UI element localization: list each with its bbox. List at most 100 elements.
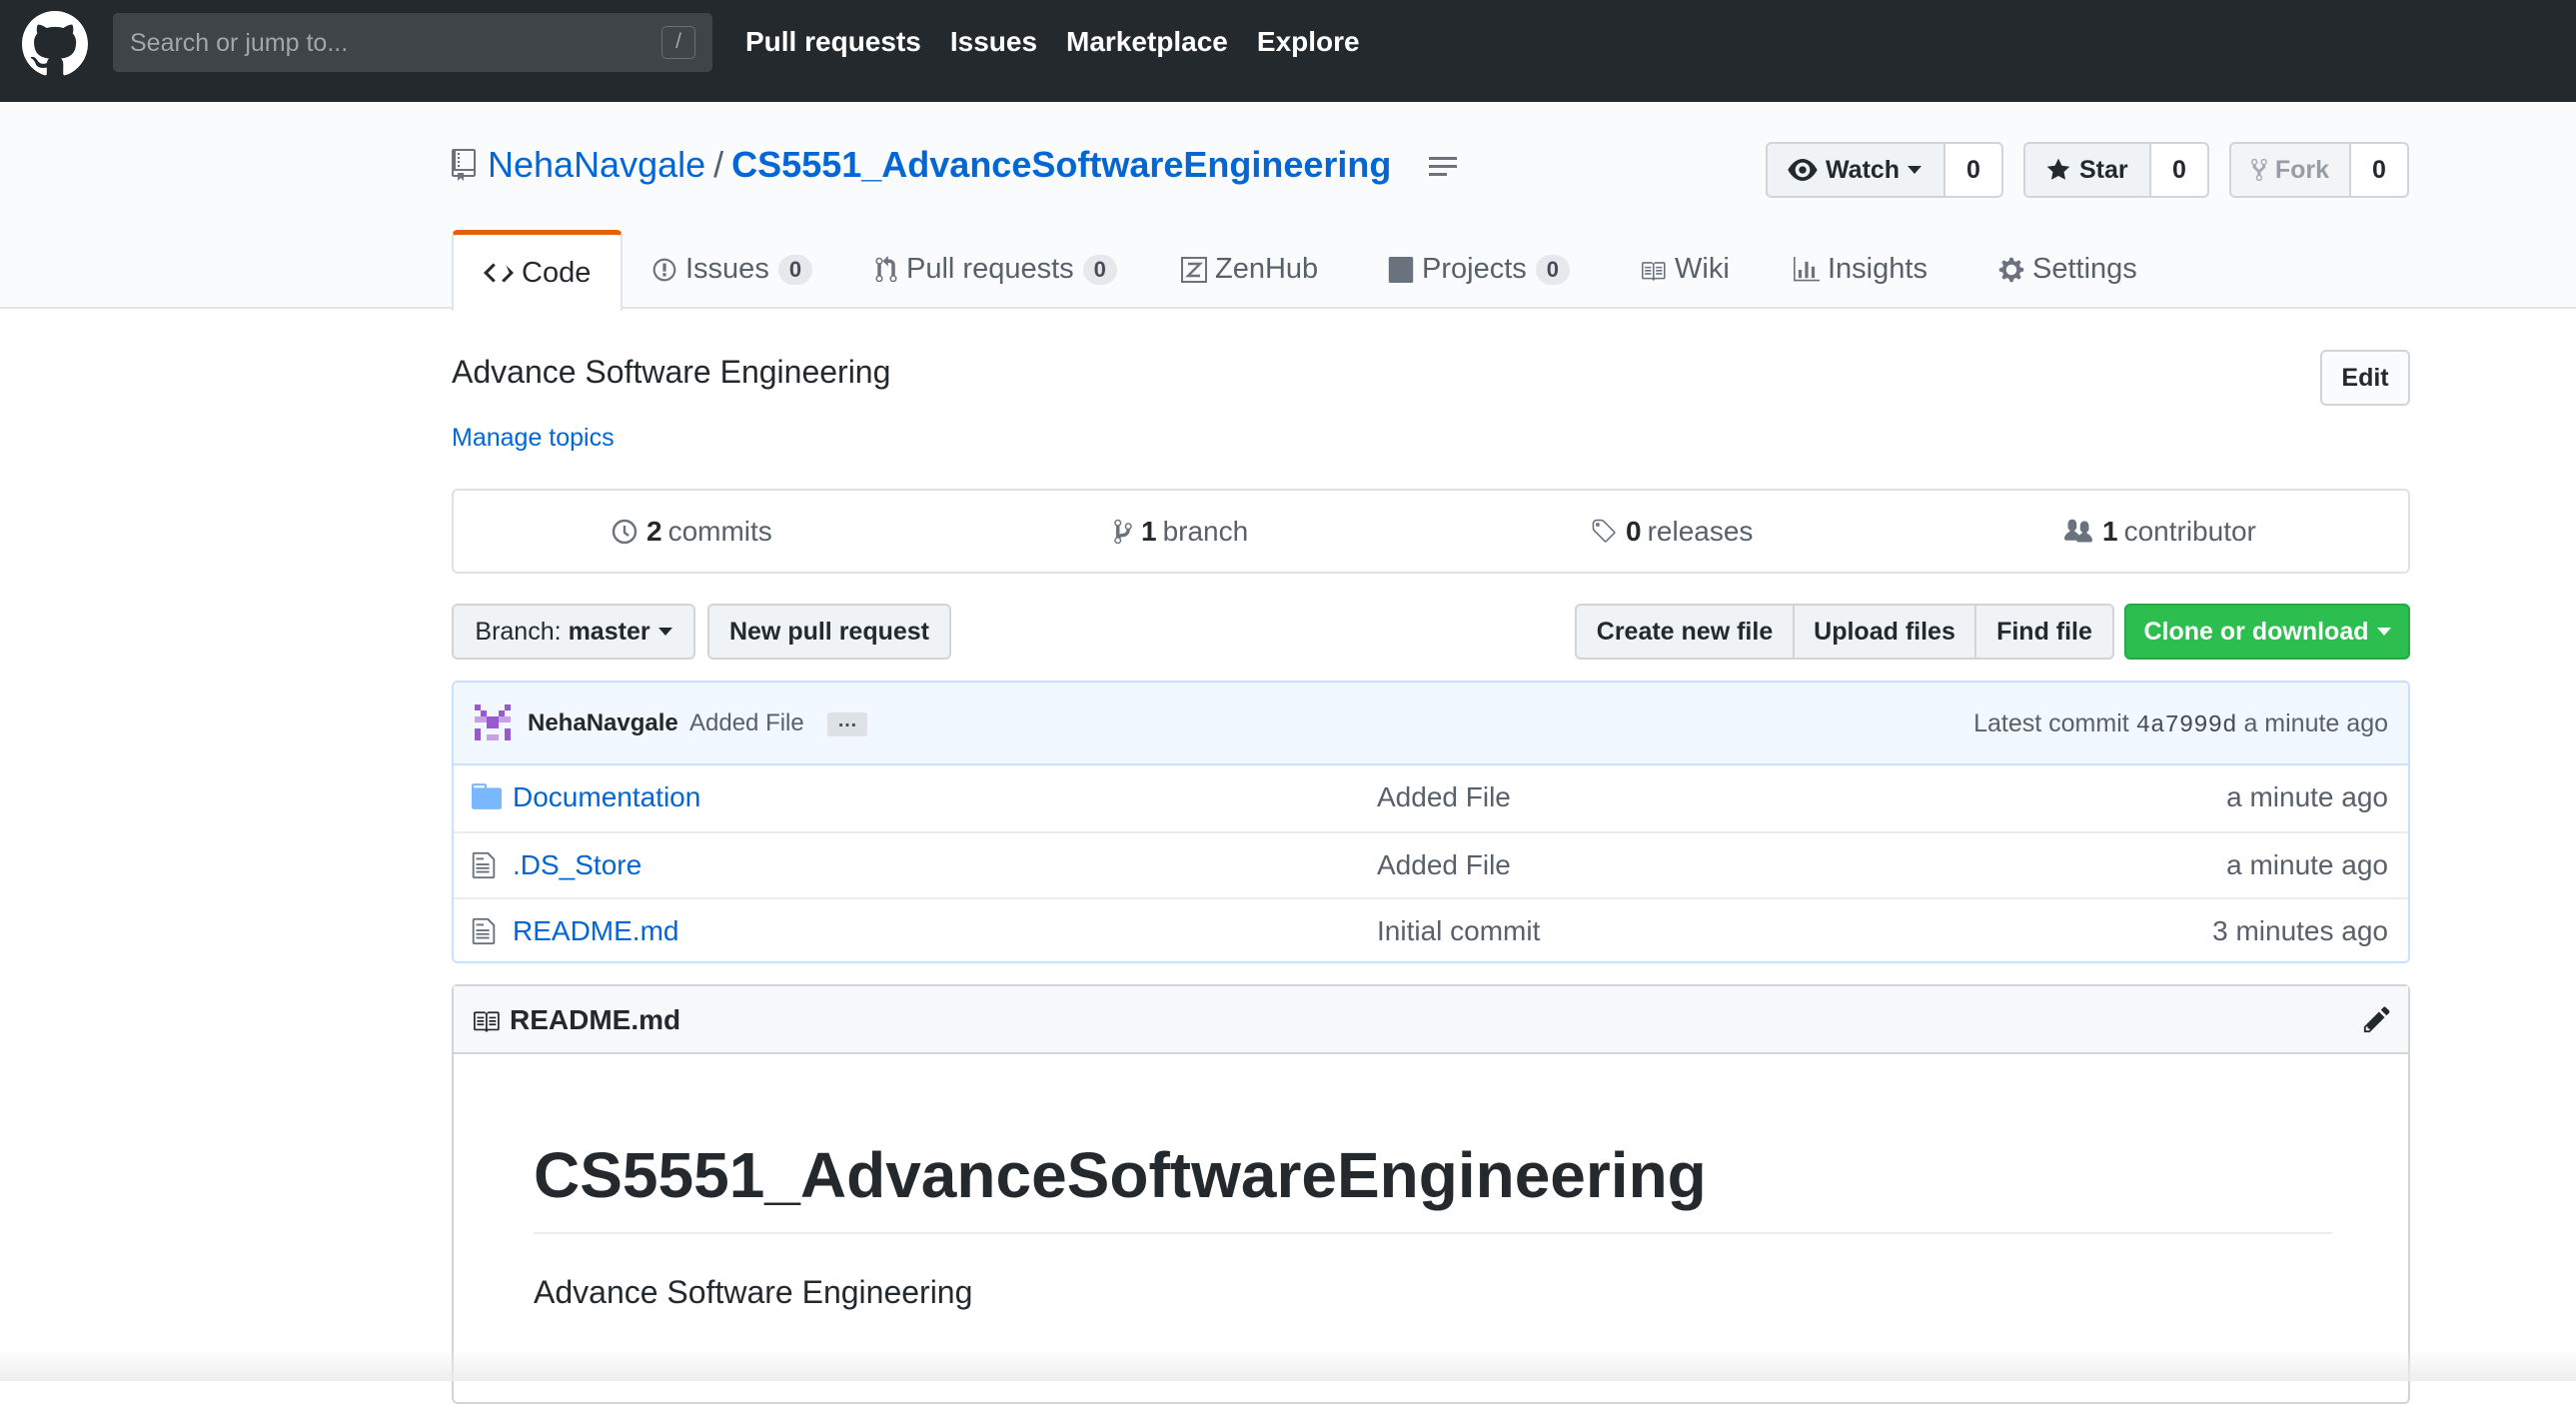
file-commit-message-link[interactable]: Added File (1377, 849, 1511, 881)
readme-header: README.md (454, 986, 2408, 1054)
readme-box: README.md CS5551_AdvanceSoftwareEngineer… (452, 984, 2410, 1404)
branches-link[interactable]: 1 branch (1113, 491, 1248, 572)
file-listing: NehaNavgale Added File … Latest commit 4… (452, 681, 2410, 963)
table-row: Documentation Added File a minute ago (454, 765, 2408, 831)
table-row: README.md Initial commit 3 minutes ago (454, 897, 2408, 961)
manage-topics-link[interactable]: Manage topics (452, 424, 615, 453)
project-icon (1388, 256, 1414, 283)
branch-select-menu[interactable]: Branch: master (452, 604, 695, 660)
tab-issues-label: Issues (685, 253, 769, 285)
numbers-summary: 2 commits 1 branch 0 releases 1 contributor (452, 489, 2410, 574)
fork-count[interactable]: 0 (2351, 142, 2409, 198)
tab-issues[interactable]: Issues 0 (651, 230, 813, 309)
file-name-link[interactable]: README.md (513, 915, 678, 947)
contributor-label: contributor (2123, 515, 2256, 547)
edit-button[interactable]: Edit (2320, 350, 2410, 406)
nav-explore[interactable]: Explore (1257, 26, 1360, 57)
file-name-link[interactable]: Documentation (513, 781, 700, 813)
repo-icon (452, 149, 476, 181)
repo-description: Advance Software Engineering (452, 354, 891, 390)
global-header: Search or jump to... / Pull requests Issu… (0, 0, 2576, 102)
commit-age: a minute ago (2243, 709, 2388, 737)
repo-title-separator: / (713, 144, 724, 185)
releases-link[interactable]: 0 releases (1590, 491, 1753, 572)
file-age: a minute ago (2226, 849, 2388, 880)
fork-group: Fork 0 (2229, 142, 2409, 198)
repo-title: NehaNavgale / CS5551_AdvanceSoftwareEngine… (488, 144, 1391, 186)
file-icon (472, 917, 496, 945)
nav-marketplace[interactable]: Marketplace (1066, 26, 1228, 57)
file-commit-message-link[interactable]: Initial commit (1377, 915, 1540, 947)
repo-name-link[interactable]: CS5551_AdvanceSoftwareEngineering (731, 144, 1391, 185)
watch-label: Watch (1826, 155, 1901, 184)
people-icon (2064, 519, 2092, 542)
tab-settings[interactable]: Settings (1998, 230, 2137, 309)
issue-opened-icon (652, 258, 676, 281)
file-directory-icon (472, 783, 502, 809)
star-group: Star 0 (2023, 142, 2209, 198)
star-label: Star (2079, 155, 2128, 184)
commit-expand-button[interactable]: … (827, 710, 867, 736)
readme-heading: CS5551_AdvanceSoftwareEngineering (534, 1138, 2332, 1234)
file-name-link[interactable]: .DS_Store (513, 849, 642, 881)
fork-label: Fork (2274, 155, 2329, 184)
star-icon (2046, 158, 2070, 180)
git-branch-icon (1114, 519, 1132, 544)
code-icon (484, 263, 514, 283)
new-pull-request-button[interactable]: New pull request (707, 604, 951, 660)
search-shortcut-hint: / (661, 26, 695, 59)
star-button[interactable]: Star (2023, 142, 2151, 198)
commit-author-link[interactable]: NehaNavgale (528, 709, 678, 737)
tab-pull-requests-label: Pull requests (906, 253, 1074, 285)
commit-sha-link[interactable]: 4a7999d (2136, 712, 2237, 739)
tab-insights-label: Insights (1828, 253, 1928, 285)
table-row: .DS_Store Added File a minute ago (454, 831, 2408, 897)
fork-button[interactable]: Fork (2229, 142, 2351, 198)
repo-owner-link[interactable]: NehaNavgale (488, 144, 705, 185)
caret-down-icon (2376, 628, 2391, 636)
branch-label: branch (1162, 515, 1249, 547)
pencil-icon[interactable] (2362, 1004, 2392, 1034)
tab-zenhub[interactable]: ZenHub (1181, 230, 1318, 309)
zenhub-icon (1181, 256, 1207, 283)
branch-name: master (568, 617, 650, 646)
caret-down-icon (1908, 166, 1923, 174)
eye-icon (1788, 159, 1818, 181)
search-placeholder: Search or jump to... (130, 29, 349, 57)
contributors-link[interactable]: 1 contributor (2062, 491, 2256, 572)
commit-message-link[interactable]: Added File (689, 709, 804, 737)
file-commit-message-link[interactable]: Added File (1377, 781, 1511, 813)
github-logo-icon[interactable] (22, 11, 88, 77)
latest-commit-label: Latest commit (1973, 709, 2129, 737)
releases-count: 0 (1626, 515, 1642, 547)
watch-count[interactable]: 0 (1945, 142, 2003, 198)
create-new-file-button[interactable]: Create new file (1575, 604, 1795, 660)
tab-insights[interactable]: Insights (1794, 230, 1928, 309)
repo-header: NehaNavgale / CS5551_AdvanceSoftwareEngine… (0, 102, 2576, 311)
tab-wiki[interactable]: Wiki (1639, 230, 1730, 309)
tab-settings-label: Settings (2032, 253, 2137, 285)
file-age: 3 minutes ago (2212, 915, 2388, 946)
star-count[interactable]: 0 (2151, 142, 2209, 198)
nav-issues[interactable]: Issues (950, 26, 1037, 57)
avatar[interactable] (475, 704, 511, 740)
three-bars-icon[interactable] (1429, 156, 1457, 178)
tab-projects[interactable]: Projects 0 (1388, 230, 1571, 309)
upload-files-button[interactable]: Upload files (1793, 604, 1976, 660)
search-input[interactable]: Search or jump to... / (113, 13, 712, 72)
clone-or-download-button[interactable]: Clone or download (2124, 604, 2410, 660)
tab-wiki-label: Wiki (1675, 253, 1730, 285)
repo-forked-icon (2251, 158, 2267, 182)
commits-label: commits (667, 515, 772, 547)
tab-zenhub-label: ZenHub (1215, 253, 1319, 285)
watch-group: Watch 0 (1766, 142, 2003, 198)
tab-pull-requests[interactable]: Pull requests 0 (874, 230, 1117, 309)
commits-link[interactable]: 2 commits (611, 491, 772, 572)
find-file-button[interactable]: Find file (1974, 604, 2114, 660)
tab-code[interactable]: Code (452, 230, 624, 311)
gear-icon (1998, 257, 2024, 282)
caret-down-icon (657, 628, 672, 636)
nav-pull-requests[interactable]: Pull requests (745, 26, 921, 57)
watch-button[interactable]: Watch (1766, 142, 1945, 198)
releases-label: releases (1647, 515, 1754, 547)
